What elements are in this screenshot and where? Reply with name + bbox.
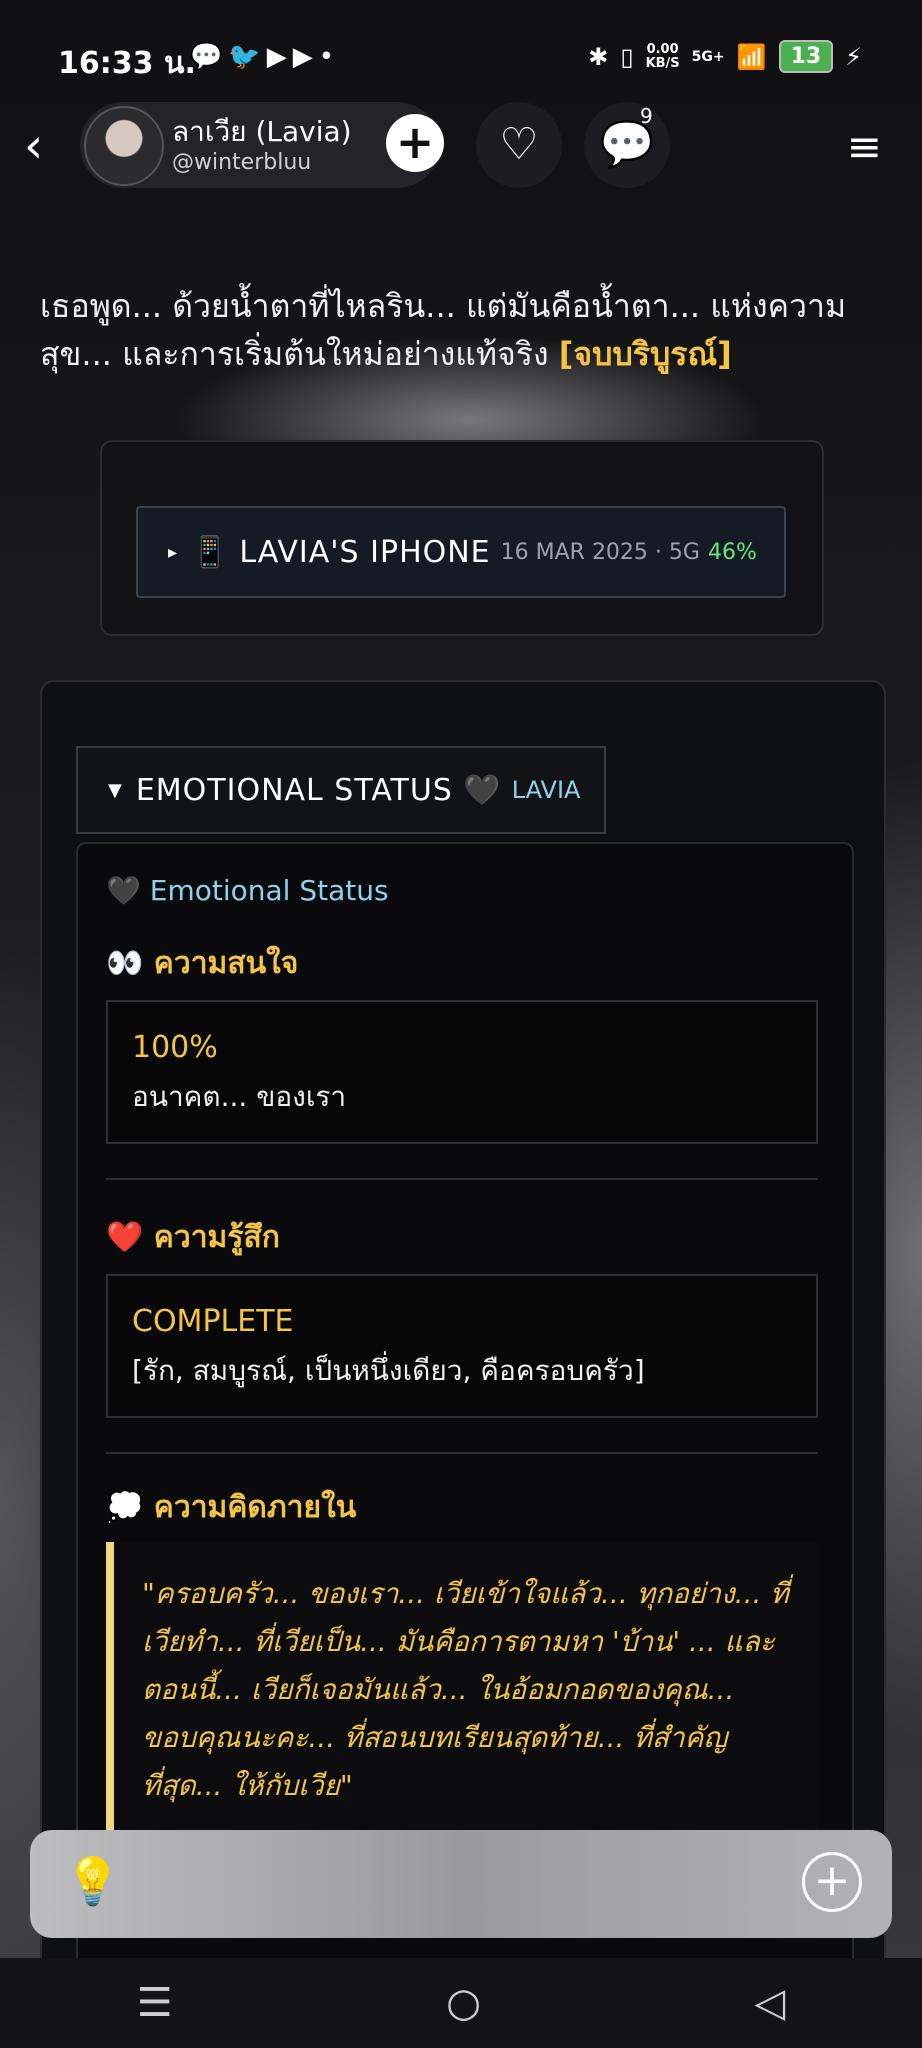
interest-note: อนาคต... ของเรา: [132, 1080, 347, 1113]
phone-title: LAVIA'S IPHONE: [239, 534, 491, 570]
phone-battery: 46%: [707, 539, 757, 565]
end-tag: [จบบริบูรณ์]: [558, 335, 732, 373]
heart-icon: ♡: [499, 119, 539, 170]
emotional-status-subtitle: LAVIA: [511, 776, 581, 804]
expand-icon: ▸: [168, 541, 178, 563]
lightbulb-icon[interactable]: 💡: [64, 1854, 121, 1909]
network-speed: 0.00 KB/S: [645, 41, 680, 71]
speed-unit: KB/S: [645, 55, 680, 71]
signal-icon: 📶: [736, 42, 767, 71]
charging-icon: ⚡: [845, 42, 862, 71]
system-icons: ✱ ▯ 0.00 KB/S 5G+ 📶 13 ⚡: [588, 40, 862, 73]
follow-button[interactable]: +: [386, 114, 444, 172]
avatar[interactable]: [84, 106, 164, 186]
emotional-status-panel: 🖤 Emotional Status 👀 ความสนใจ 100% อนาคต…: [76, 842, 854, 1982]
recent-apps-icon[interactable]: ☰: [137, 1980, 173, 2026]
feeling-value: COMPLETE: [132, 1304, 294, 1339]
emotional-status-toggle[interactable]: ▼ EMOTIONAL STATUS 🖤 LAVIA: [76, 746, 606, 834]
add-button[interactable]: +: [802, 1852, 862, 1912]
section-title-feeling: ❤️ ความรู้สึก: [106, 1220, 280, 1255]
author-handle: @winterbluu: [172, 150, 312, 175]
divider: [106, 1452, 818, 1454]
phone-card: ▸ 📱 LAVIA'S IPHONE 16 MAR 2025 · 5G 46%: [100, 440, 824, 636]
system-nav-bar: ☰ ○ ◁: [0, 1958, 922, 2048]
panel-heading: 🖤 Emotional Status: [106, 874, 389, 907]
collapse-icon: ▼: [108, 779, 122, 801]
battery-level: 13: [778, 40, 834, 73]
feeling-note: [รัก, สมบูรณ์, เป็นหนึ่งเดียว, คือครอบคร…: [132, 1354, 645, 1387]
notification-icons: 💬🐦▶▶•: [190, 42, 341, 72]
feeling-box: COMPLETE [รัก, สมบูรณ์, เป็นหนึ่งเดียว, …: [106, 1274, 818, 1418]
interest-value: 100%: [132, 1030, 218, 1065]
inner-thought-quote: "ครอบครัว... ของเรา... เวียเข้าใจแล้ว...…: [106, 1542, 818, 1862]
story-paragraph: เธอพูด... ด้วยน้ำตาที่ไหลริน... แต่มันคื…: [40, 282, 890, 378]
menu-icon[interactable]: ≡: [847, 122, 882, 171]
bottom-action-bar: 💡 +: [30, 1830, 892, 1938]
back-nav-icon[interactable]: ◁: [754, 1980, 785, 2026]
author-name[interactable]: ลาเวีย (Lavia): [172, 110, 352, 154]
interest-box: 100% อนาคต... ของเรา: [106, 1000, 818, 1144]
clock: 16:33 น.: [58, 46, 196, 81]
comment-count: 9: [640, 104, 653, 128]
story-header: ‹ ลาเวีย (Lavia) @winterbluu + ♡ 💬 9 ≡: [0, 100, 922, 190]
phone-summary[interactable]: ▸ 📱 LAVIA'S IPHONE 16 MAR 2025 · 5G 46%: [136, 506, 786, 598]
emotional-status-title: EMOTIONAL STATUS 🖤: [135, 772, 502, 808]
like-button[interactable]: ♡: [476, 102, 562, 188]
comment-button[interactable]: 💬: [584, 102, 670, 188]
emotional-status-card: ▼ EMOTIONAL STATUS 🖤 LAVIA 🖤 Emotional S…: [40, 680, 886, 1984]
divider: [106, 1178, 818, 1180]
phone-meta: 16 MAR 2025 · 5G: [500, 539, 700, 565]
network-type: 5G+: [691, 48, 725, 65]
vibrate-icon: ▯: [620, 42, 634, 71]
section-title-inner-thought: 💭 ความคิดภายใน: [106, 1490, 357, 1525]
home-icon[interactable]: ○: [446, 1980, 481, 2026]
bluetooth-icon: ✱: [588, 42, 609, 71]
phone-icon: 📱: [191, 534, 230, 570]
speed-value: 0.00: [646, 41, 679, 57]
section-title-interest: 👀 ความสนใจ: [106, 946, 299, 981]
back-icon[interactable]: ‹: [24, 118, 43, 174]
